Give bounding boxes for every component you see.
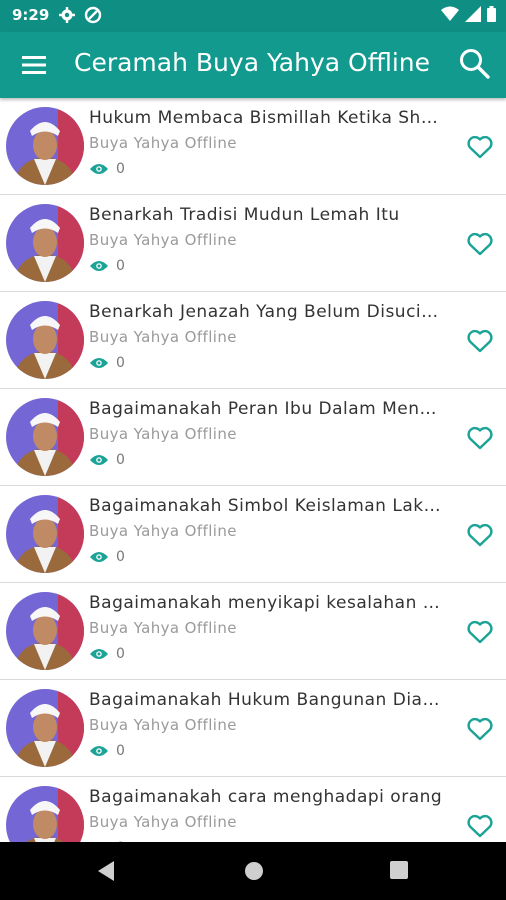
system-nav-bar — [0, 842, 506, 900]
avatar — [6, 301, 84, 379]
app-bar: Ceramah Buya Yahya Offline — [0, 32, 506, 98]
item-author: Buya Yahya Offline — [89, 813, 237, 831]
item-title: Bagaimanakah Simbol Keislaman Laki-laki — [89, 496, 445, 516]
signal-icon — [465, 6, 481, 22]
status-time: 9:29 — [12, 6, 50, 24]
item-title: Bagaimanakah menyikapi kesalahan orang — [89, 593, 445, 613]
eye-icon — [90, 261, 108, 271]
view-count: 0 — [116, 161, 125, 177]
eye-icon — [90, 455, 108, 465]
item-author: Buya Yahya Offline — [89, 328, 237, 346]
avatar — [6, 204, 84, 282]
heart-outline-icon[interactable] — [466, 522, 494, 548]
eye-icon — [90, 358, 108, 368]
heart-outline-icon[interactable] — [466, 328, 494, 354]
list-item[interactable]: Benarkah Jenazah Yang Belum Disucikan Bu… — [0, 292, 506, 389]
item-author: Buya Yahya Offline — [89, 619, 237, 637]
item-author: Buya Yahya Offline — [89, 134, 237, 152]
heart-outline-icon[interactable] — [466, 231, 494, 257]
data-saver-icon — [84, 6, 102, 24]
item-title: Bagaimanakah Hukum Bangunan Diatas — [89, 690, 445, 710]
battery-icon — [487, 6, 496, 22]
view-count: 0 — [116, 743, 125, 759]
status-bar: 9:29 — [0, 0, 506, 32]
avatar — [6, 592, 84, 670]
home-circle-icon[interactable] — [243, 860, 265, 882]
list-item[interactable]: Bagaimanakah cara menghadapi orang Buya … — [0, 777, 506, 842]
item-title: Bagaimanakah Peran Ibu Dalam Mendidik — [89, 399, 445, 419]
search-icon[interactable] — [458, 47, 492, 81]
list-item[interactable]: Bagaimanakah Hukum Bangunan Diatas Buya … — [0, 680, 506, 777]
menu-icon[interactable] — [20, 51, 50, 79]
item-author: Buya Yahya Offline — [89, 231, 237, 249]
view-count: 0 — [116, 646, 125, 662]
eye-icon — [90, 649, 108, 659]
heart-outline-icon[interactable] — [466, 134, 494, 160]
item-author: Buya Yahya Offline — [89, 522, 237, 540]
view-count: 0 — [116, 355, 125, 371]
avatar — [6, 786, 84, 842]
eye-icon — [90, 164, 108, 174]
item-title: Benarkah Tradisi Mudun Lemah Itu — [89, 205, 400, 225]
avatar — [6, 689, 84, 767]
view-count: 0 — [116, 452, 125, 468]
settings-gear-icon — [59, 7, 75, 23]
video-list: Hukum Membaca Bismillah Ketika Shalat Bu… — [0, 98, 506, 842]
heart-outline-icon[interactable] — [466, 813, 494, 839]
list-item[interactable]: Hukum Membaca Bismillah Ketika Shalat Bu… — [0, 98, 506, 195]
view-count: 0 — [116, 549, 125, 565]
heart-outline-icon[interactable] — [466, 619, 494, 645]
recents-square-icon[interactable] — [389, 860, 409, 880]
list-item[interactable]: Bagaimanakah Simbol Keislaman Laki-laki … — [0, 486, 506, 583]
list-item[interactable]: Benarkah Tradisi Mudun Lemah Itu Buya Ya… — [0, 195, 506, 292]
wifi-icon — [441, 6, 459, 21]
list-item[interactable]: Bagaimanakah Peran Ibu Dalam Mendidik Bu… — [0, 389, 506, 486]
heart-outline-icon[interactable] — [466, 425, 494, 451]
item-author: Buya Yahya Offline — [89, 716, 237, 734]
avatar — [6, 107, 84, 185]
avatar — [6, 398, 84, 476]
item-author: Buya Yahya Offline — [89, 425, 237, 443]
item-title: Bagaimanakah cara menghadapi orang — [89, 787, 443, 807]
back-triangle-icon[interactable] — [96, 860, 116, 882]
heart-outline-icon[interactable] — [466, 716, 494, 742]
item-title: Hukum Membaca Bismillah Ketika Shalat — [89, 108, 445, 128]
app-title: Ceramah Buya Yahya Offline — [74, 48, 431, 77]
eye-icon — [90, 746, 108, 756]
avatar — [6, 495, 84, 573]
list-item[interactable]: Bagaimanakah menyikapi kesalahan orang B… — [0, 583, 506, 680]
view-count: 0 — [116, 258, 125, 274]
item-title: Benarkah Jenazah Yang Belum Disucikan — [89, 302, 445, 322]
eye-icon — [90, 552, 108, 562]
